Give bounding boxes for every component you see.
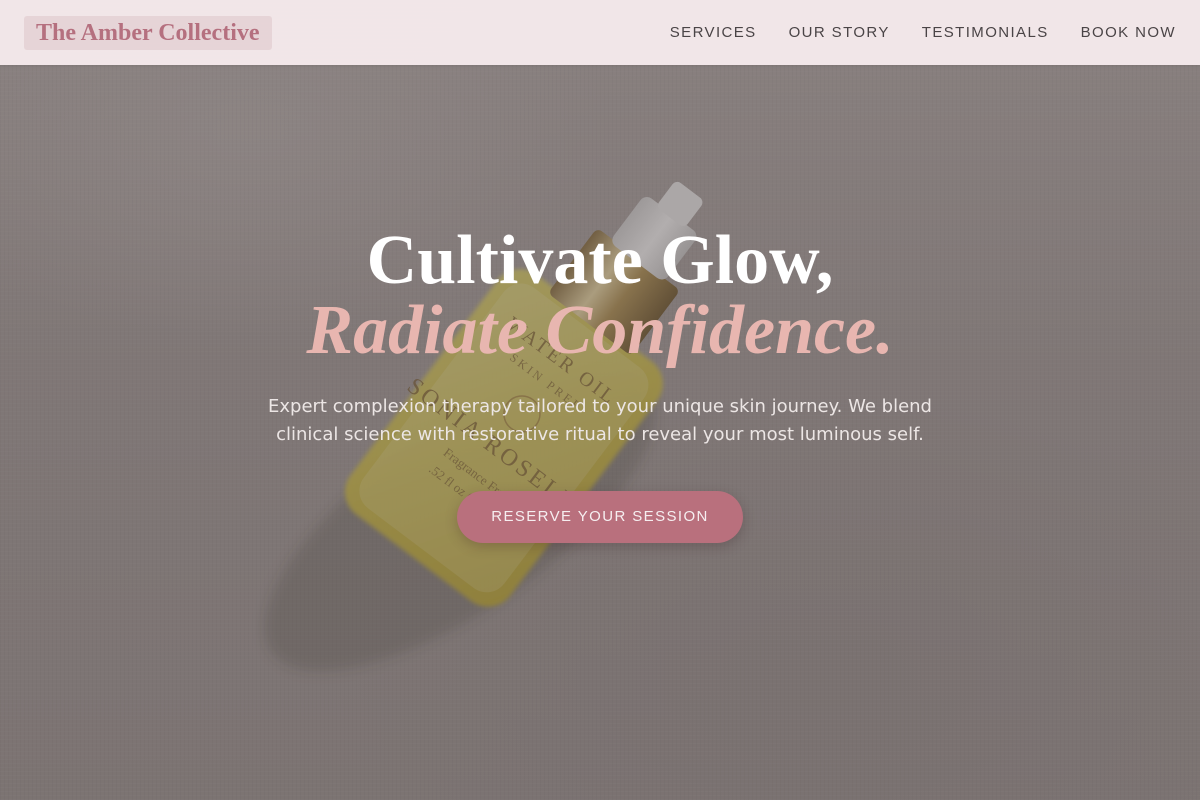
hero-subtext: Expert complexion therapy tailored to yo… xyxy=(268,396,932,445)
nav-link-testimonials[interactable]: TESTIMONIALS xyxy=(922,24,1049,41)
reserve-session-button[interactable]: RESERVE YOUR SESSION xyxy=(457,491,743,543)
hero-content: Cultivate Glow, Radiate Confidence. Expe… xyxy=(0,225,1200,543)
site-header: The Amber Collective SERVICES OUR STORY … xyxy=(0,0,1200,65)
nav-link-our-story[interactable]: OUR STORY xyxy=(789,24,890,41)
hero-headline: Cultivate Glow, Radiate Confidence. xyxy=(0,225,1200,367)
nav-link-book-now[interactable]: BOOK NOW xyxy=(1081,24,1176,41)
headline-line-1: Cultivate Glow, xyxy=(366,222,834,299)
headline-line-2: Radiate Confidence. xyxy=(306,292,894,369)
nav-link-services[interactable]: SERVICES xyxy=(670,24,757,41)
brand-logo[interactable]: The Amber Collective xyxy=(24,15,272,50)
hero-section: WATER OIL SKIN PREP SONIA ROSELLI Fragra… xyxy=(0,0,1200,800)
main-nav: SERVICES OUR STORY TESTIMONIALS BOOK NOW xyxy=(670,24,1176,41)
